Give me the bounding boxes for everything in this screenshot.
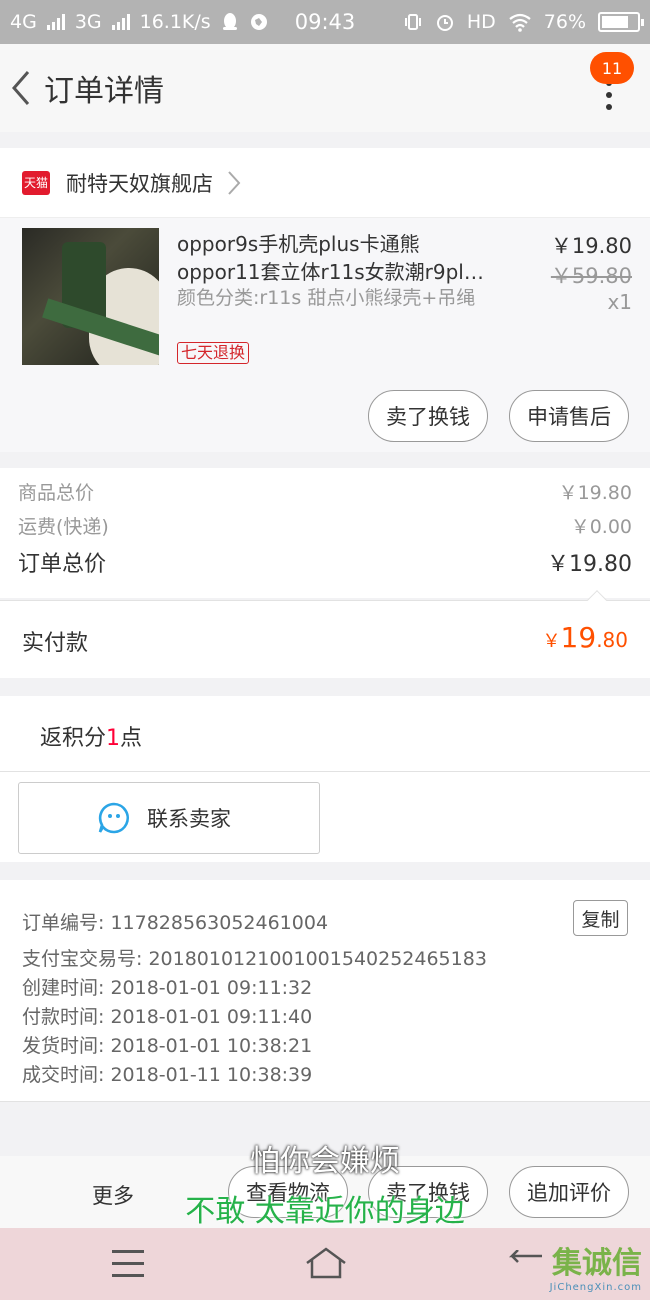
chevron-left-icon: [12, 71, 30, 105]
back-button[interactable]: [6, 68, 36, 108]
actual-payment-label: 实付款: [22, 631, 89, 656]
product-sku: 颜色分类:r11s 甜点小熊绿壳+吊绳: [177, 287, 476, 309]
goods-total-label: 商品总价: [18, 482, 95, 504]
shipped-time: 发货时间: 2018-01-01 10:38:21: [22, 1035, 313, 1057]
product-image[interactable]: [22, 228, 159, 365]
points-count: 1: [106, 726, 121, 751]
order-number: 订单编号: 117828563052461004: [22, 912, 329, 934]
system-nav-bar: 集诚信 JiChengXin.com: [0, 1228, 650, 1300]
product-title-line2: oppor11套立体r11s女款潮r9pl…: [177, 260, 484, 284]
return-policy-tag: 七天退换: [177, 342, 250, 364]
price-summary: 商品总价 ￥19.80 运费(快递) ￥0.00 订单总价 ￥19.80: [0, 468, 650, 598]
view-logistics-button[interactable]: 查看物流: [228, 1166, 348, 1218]
shipping-label: 运费(快递): [18, 516, 109, 538]
add-review-button[interactable]: 追加评价: [509, 1166, 629, 1218]
shop-row[interactable]: 天猫 耐特天奴旗舰店: [0, 148, 650, 218]
completed-time: 成交时间: 2018-01-11 10:38:39: [22, 1064, 313, 1086]
more-menu-icon[interactable]: [606, 80, 614, 116]
watermark-text: 集诚信: [552, 1246, 642, 1281]
hd-label: HD: [466, 11, 496, 33]
order-info: 订单编号: 117828563052461004 复制 支付宝交易号: 2018…: [0, 880, 650, 1102]
product-item: oppor9s手机壳plus卡通熊 oppor11套立体r11s女款潮r9pl……: [0, 218, 650, 452]
nav-bar: 订单详情 11: [0, 44, 650, 132]
watermark: 集诚信 JiChengXin.com: [550, 1238, 642, 1293]
menu-icon[interactable]: [112, 1250, 144, 1286]
home-icon[interactable]: [304, 1246, 348, 1280]
alarm-icon: [436, 15, 453, 31]
paid-time: 付款时间: 2018-01-01 09:11:40: [22, 1006, 313, 1028]
battery-icon: [598, 12, 644, 32]
order-total-label: 订单总价: [18, 552, 107, 577]
actual-payment: 实付款 ￥19.80: [0, 590, 650, 678]
battery-percent: 76%: [543, 11, 586, 33]
shipping-row: 运费(快递) ￥0.00: [18, 512, 632, 539]
chat-bubble-icon: [98, 802, 130, 834]
copy-button[interactable]: 复制: [573, 900, 628, 936]
watermark-url: JiChengXin.com: [549, 1282, 642, 1293]
sell-for-cash-button[interactable]: 卖了换钱: [368, 390, 488, 442]
reward-points: 返积分1点: [0, 696, 650, 772]
alipay-trade-number: 支付宝交易号: 2018010121001001540252465183: [22, 948, 487, 970]
contact-seller-label: 联系卖家: [147, 807, 231, 831]
sell-for-cash-button-footer[interactable]: 卖了换钱: [368, 1166, 488, 1218]
goods-total-row: 商品总价 ￥19.80: [18, 478, 632, 505]
order-total-row: 订单总价 ￥19.80: [18, 546, 632, 578]
bottom-action-bar: 更多 查看物流 卖了换钱 追加评价: [0, 1156, 650, 1228]
goods-total-value: ￥19.80: [558, 482, 632, 504]
chevron-right-icon: [228, 170, 241, 195]
contact-seller-button[interactable]: 联系卖家: [18, 782, 320, 854]
product-price: ￥19.80: [550, 234, 632, 258]
shop-name: 耐特天奴旗舰店: [66, 171, 213, 196]
product-title[interactable]: oppor9s手机壳plus卡通熊 oppor11套立体r11s女款潮r9pl…: [177, 230, 497, 286]
actual-payment-amount: ￥19.80: [542, 621, 628, 654]
tmall-logo: 天猫: [22, 170, 50, 195]
order-total-value: ￥19.80: [547, 552, 632, 577]
product-title-line1: oppor9s手机壳plus卡通熊: [177, 232, 420, 256]
status-bar: 4G 3G 16.1K/s 09:43 HD 76%: [0, 0, 650, 44]
back-icon[interactable]: [506, 1250, 546, 1280]
message-badge: 11: [590, 52, 634, 84]
created-time: 创建时间: 2018-01-01 09:11:32: [22, 977, 313, 999]
product-original-price: ￥59.80: [550, 264, 632, 288]
wifi-icon: [509, 13, 531, 32]
page-title: 订单详情: [44, 74, 164, 109]
vibrate-icon: [404, 14, 421, 30]
after-sale-button[interactable]: 申请售后: [509, 390, 629, 442]
product-quantity: x1: [607, 290, 632, 314]
more-button[interactable]: 更多: [92, 1180, 134, 1210]
shipping-value: ￥0.00: [570, 516, 632, 538]
contact-section: 联系卖家: [0, 772, 650, 862]
